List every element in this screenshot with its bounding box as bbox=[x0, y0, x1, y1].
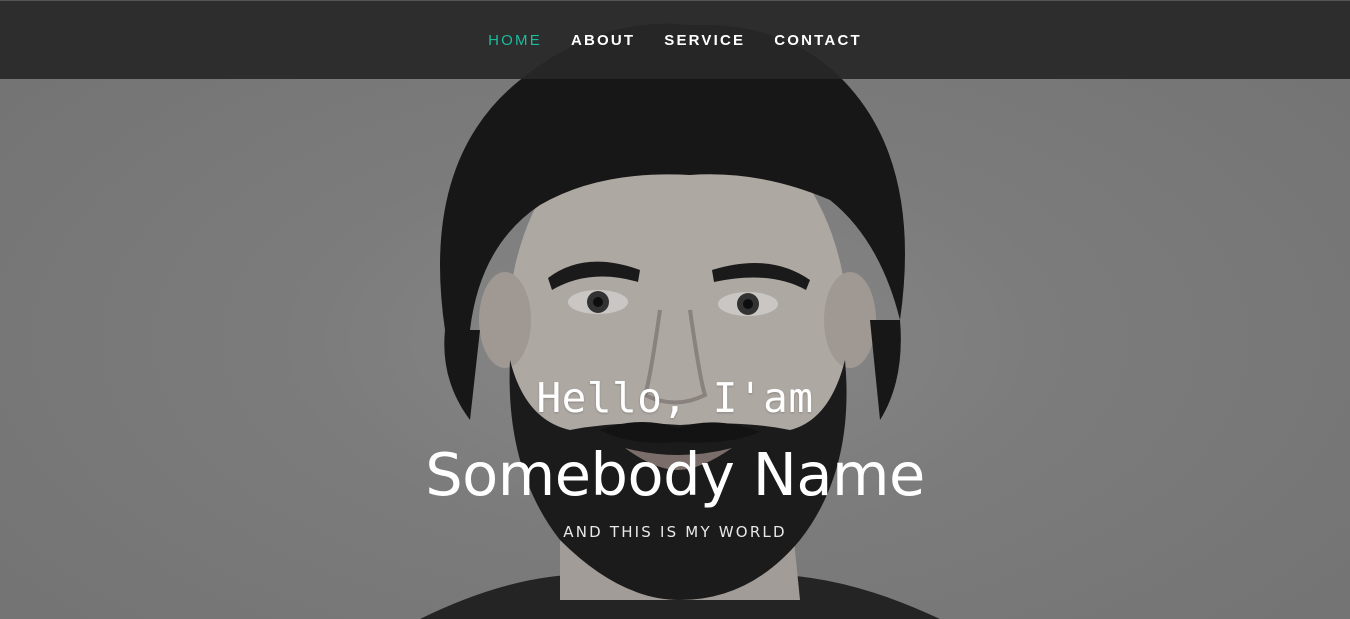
hero-name: Somebody Name bbox=[425, 440, 925, 509]
top-navbar: HOME ABOUT SERVICE CONTACT bbox=[0, 0, 1350, 79]
nav-link-contact[interactable]: CONTACT bbox=[774, 32, 862, 49]
nav-menu: HOME ABOUT SERVICE CONTACT bbox=[488, 32, 862, 49]
hero-section: Hello, I'am Somebody Name AND THIS IS MY… bbox=[0, 0, 1350, 619]
hero-tagline: AND THIS IS MY WORLD bbox=[563, 523, 787, 541]
nav-link-about[interactable]: ABOUT bbox=[571, 32, 635, 49]
hero-greeting: Hello, I'am bbox=[536, 374, 814, 422]
nav-link-service[interactable]: SERVICE bbox=[664, 32, 745, 49]
nav-link-home[interactable]: HOME bbox=[488, 32, 542, 49]
